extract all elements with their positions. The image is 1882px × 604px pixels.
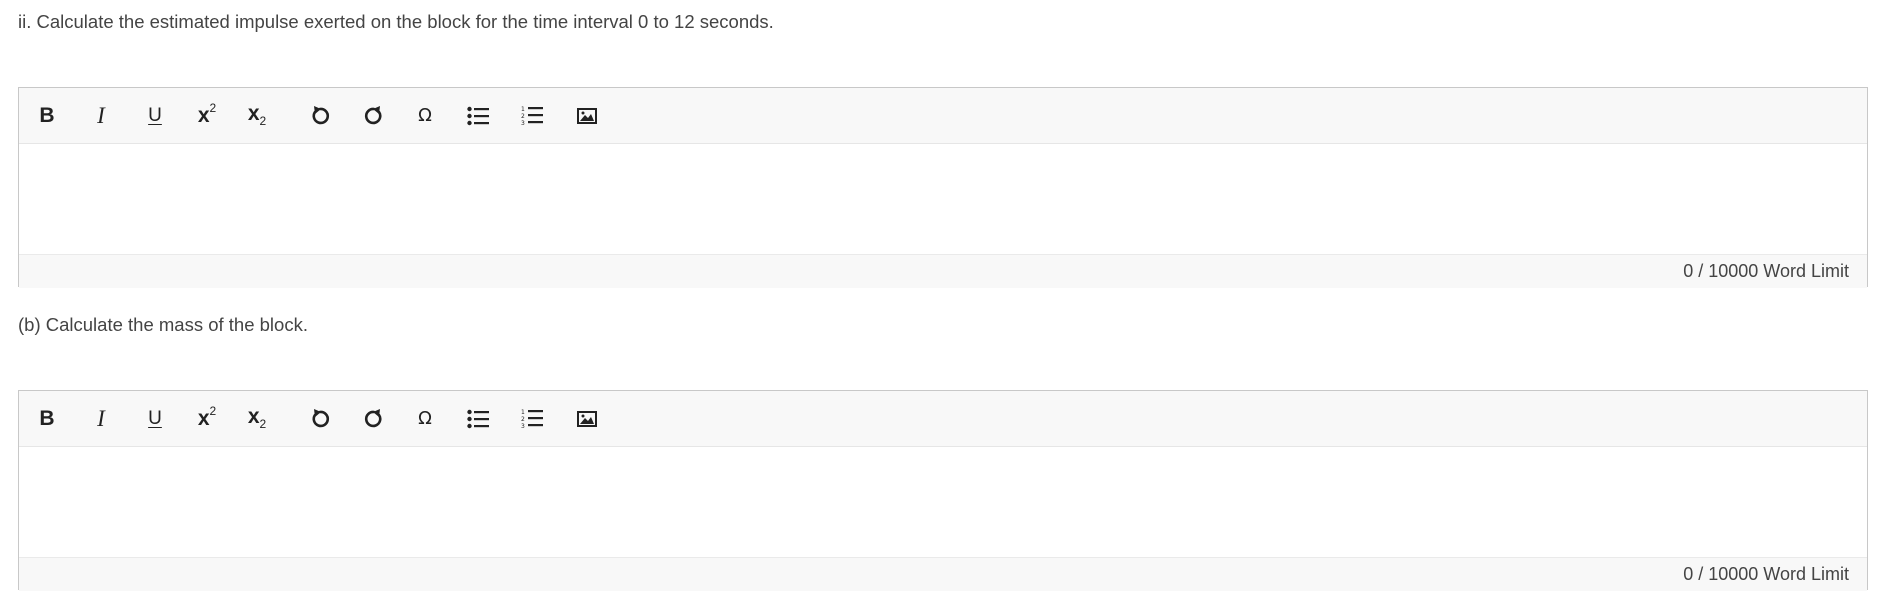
superscript-icon: x2 xyxy=(197,404,217,431)
svg-text:1: 1 xyxy=(521,409,525,416)
redo-button[interactable] xyxy=(352,88,396,143)
redo-button[interactable] xyxy=(352,391,396,446)
editor-toolbar: B I U x2 x2 Ω 1 2 3 xyxy=(19,391,1867,447)
subscript-button[interactable]: x2 xyxy=(235,391,279,446)
italic-icon: I xyxy=(97,102,105,128)
svg-text:2: 2 xyxy=(521,113,525,120)
italic-button[interactable]: I xyxy=(79,88,123,143)
italic-icon: I xyxy=(97,405,105,431)
redo-icon xyxy=(364,408,382,427)
word-limit-label: / 10000 Word Limit xyxy=(1698,261,1849,281)
superscript-base: x xyxy=(197,407,210,430)
subscript-base: x xyxy=(247,405,260,429)
rich-text-editor: B I U x2 x2 Ω 1 2 3 0 / 10000 Word Limit xyxy=(18,390,1868,591)
superscript-base: x xyxy=(197,104,210,127)
editor-footer: 0 / 10000 Word Limit xyxy=(19,254,1867,288)
bold-icon: B xyxy=(39,103,55,127)
italic-button[interactable]: I xyxy=(79,391,123,446)
editor-text-area[interactable] xyxy=(19,447,1867,557)
editor-footer: 0 / 10000 Word Limit xyxy=(19,557,1867,591)
bulleted-list-button[interactable] xyxy=(456,88,500,143)
question-prompt: (b) Calculate the mass of the block. xyxy=(18,314,308,335)
superscript-mark: 2 xyxy=(209,404,217,418)
word-count-value: 0 xyxy=(1683,261,1694,281)
superscript-icon: x2 xyxy=(197,101,217,128)
svg-text:3: 3 xyxy=(521,423,525,430)
subscript-mark: 2 xyxy=(259,114,267,129)
word-count-value: 0 xyxy=(1683,564,1694,584)
bold-icon: B xyxy=(39,406,55,430)
underline-icon: U xyxy=(148,104,162,126)
numbered-list-button[interactable]: 1 2 3 xyxy=(510,88,554,143)
special-character-icon: Ω xyxy=(418,408,432,429)
special-character-button[interactable]: Ω xyxy=(403,391,447,446)
special-character-button[interactable]: Ω xyxy=(403,88,447,143)
bulleted-list-icon xyxy=(467,409,489,428)
bold-button[interactable]: B xyxy=(25,391,69,446)
redo-icon xyxy=(364,105,382,124)
superscript-button[interactable]: x2 xyxy=(185,391,229,446)
word-count: 0 / 10000 Word Limit xyxy=(1683,564,1849,585)
underline-button[interactable]: U xyxy=(133,391,177,446)
subscript-base: x xyxy=(247,102,260,126)
image-icon xyxy=(577,410,597,427)
subscript-button[interactable]: x2 xyxy=(235,88,279,143)
subscript-icon: x2 xyxy=(248,102,266,128)
bulleted-list-button[interactable] xyxy=(456,391,500,446)
undo-icon xyxy=(312,408,330,427)
question-prompt: ii. Calculate the estimated impulse exer… xyxy=(18,11,774,32)
superscript-mark: 2 xyxy=(209,101,217,115)
undo-button[interactable] xyxy=(298,391,342,446)
svg-text:1: 1 xyxy=(521,106,525,113)
underline-icon: U xyxy=(148,407,162,429)
insert-image-button[interactable] xyxy=(565,391,609,446)
image-icon xyxy=(577,107,597,124)
word-limit-label: / 10000 Word Limit xyxy=(1698,564,1849,584)
undo-icon xyxy=(312,105,330,124)
svg-text:2: 2 xyxy=(521,416,525,423)
undo-button[interactable] xyxy=(298,88,342,143)
svg-text:3: 3 xyxy=(521,120,525,127)
underline-button[interactable]: U xyxy=(133,88,177,143)
editor-text-area[interactable] xyxy=(19,144,1867,254)
numbered-list-button[interactable]: 1 2 3 xyxy=(510,391,554,446)
subscript-icon: x2 xyxy=(248,405,266,431)
superscript-button[interactable]: x2 xyxy=(185,88,229,143)
word-count: 0 / 10000 Word Limit xyxy=(1683,261,1849,282)
special-character-icon: Ω xyxy=(418,105,432,126)
editor-toolbar: B I U x2 x2 Ω 1 2 3 xyxy=(19,88,1867,144)
numbered-list-icon: 1 2 3 xyxy=(521,106,543,127)
insert-image-button[interactable] xyxy=(565,88,609,143)
bold-button[interactable]: B xyxy=(25,88,69,143)
bulleted-list-icon xyxy=(467,106,489,125)
numbered-list-icon: 1 2 3 xyxy=(521,409,543,430)
subscript-mark: 2 xyxy=(259,417,267,432)
rich-text-editor: B I U x2 x2 Ω 1 2 3 0 / 10000 Word Limit xyxy=(18,87,1868,288)
